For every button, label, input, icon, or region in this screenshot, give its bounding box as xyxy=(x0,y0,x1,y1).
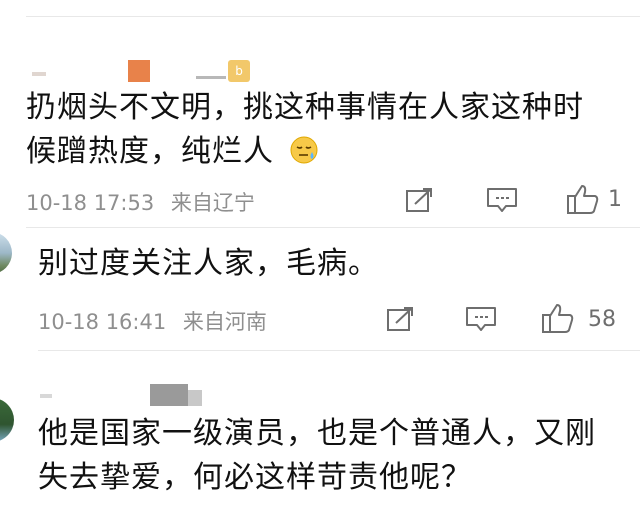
like-count: 1 xyxy=(608,187,622,212)
comment-button[interactable] xyxy=(464,304,498,334)
comment-1-time: 10-18 17:53 xyxy=(26,191,155,215)
share-icon xyxy=(387,307,413,331)
share-button[interactable] xyxy=(404,185,436,215)
thumbs-up-icon xyxy=(567,185,599,214)
like-button[interactable] xyxy=(540,301,576,335)
comment-button[interactable] xyxy=(485,185,519,215)
share-button[interactable] xyxy=(385,304,417,334)
comment-1-line-2: 候蹭热度，纯烂人 xyxy=(26,130,626,178)
comment-1-line-1: 扔烟头不文明，挑这种事情在人家这种时 xyxy=(26,90,584,125)
comment-1-location: 来自辽宁 xyxy=(170,191,255,215)
comment-2-line-1: 别过度关注人家，毛病。 xyxy=(38,246,379,281)
comment-2-meta: 10-18 16:41 来自河南 xyxy=(38,306,267,336)
comment-icon xyxy=(466,307,496,331)
thumbs-up-icon xyxy=(542,304,574,333)
like-button[interactable] xyxy=(565,182,601,216)
comment-1-meta: 10-18 17:53 来自辽宁 xyxy=(26,187,255,217)
sweat-face-icon xyxy=(289,134,319,178)
avatar[interactable] xyxy=(0,232,12,274)
top-divider xyxy=(26,16,640,17)
avatar[interactable] xyxy=(0,398,14,442)
like-count: 58 xyxy=(588,307,616,332)
divider-2 xyxy=(38,350,640,351)
comment-3-text: 他是国家一级演员，也是个普通人，又刚 失去挚爱，何必这样苛责他呢？ xyxy=(38,412,628,500)
comment-1-text: 扔烟头不文明，挑这种事情在人家这种时 候蹭热度，纯烂人 xyxy=(26,86,626,178)
comment-1-line-2-text: 候蹭热度，纯烂人 xyxy=(26,134,274,169)
comment-icon xyxy=(487,188,517,212)
comment-2-time: 10-18 16:41 xyxy=(38,310,167,334)
divider-1 xyxy=(26,227,640,228)
comment-3-line-1: 他是国家一级演员，也是个普通人，又刚 xyxy=(38,416,596,451)
comment-2-location: 来自河南 xyxy=(182,310,267,334)
comment-3-line-2: 失去挚爱，何必这样苛责他呢？ xyxy=(38,460,472,495)
username-blurred[interactable]: b xyxy=(26,60,266,82)
share-icon xyxy=(406,188,432,212)
username-blurred[interactable] xyxy=(38,384,208,406)
comment-2-text: 别过度关注人家，毛病。 xyxy=(38,242,618,286)
